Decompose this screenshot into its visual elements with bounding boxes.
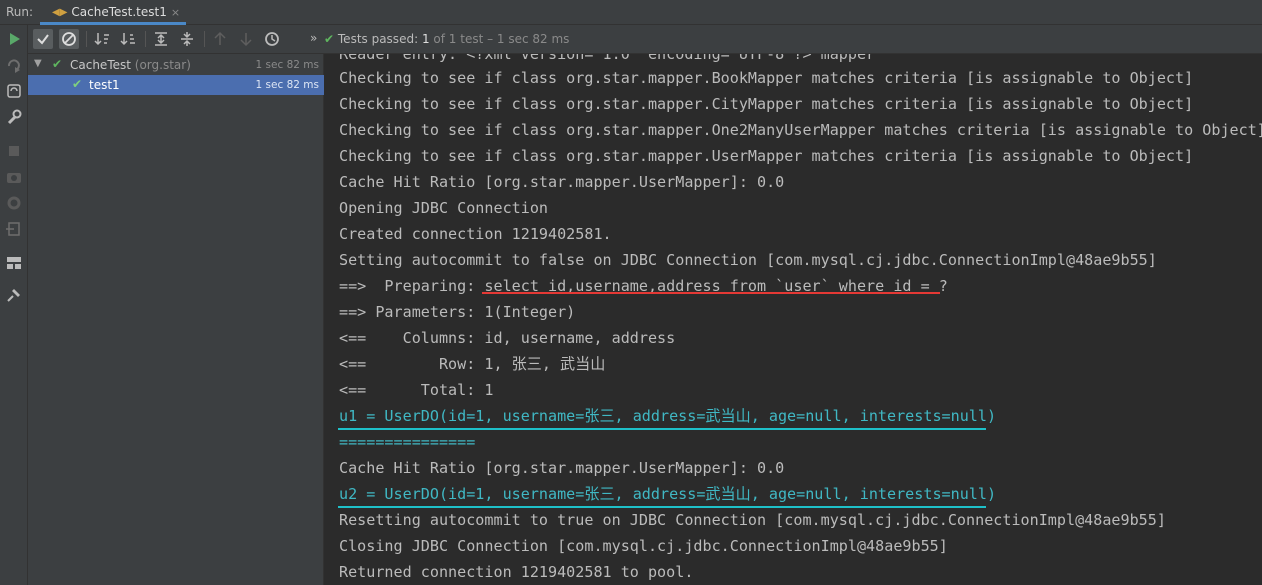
tab-title: CacheTest.test1 xyxy=(71,5,167,19)
console-line: Checking to see if class org.star.mapper… xyxy=(339,69,1194,87)
overflow-icon[interactable]: » xyxy=(310,31,317,45)
console-line: Reader entry: <?xml version="1.0" encodi… xyxy=(339,54,876,63)
console-line: Returned connection 1219402581 to pool. xyxy=(339,563,694,581)
tree-item-package: (org.star) xyxy=(134,58,191,72)
tree-item-time: 1 sec 82 ms xyxy=(255,79,319,91)
console-line: Created connection 1219402581. xyxy=(339,225,612,243)
console-line: Setting autocommit to false on JDBC Conn… xyxy=(339,251,1157,269)
left-toolbar xyxy=(0,25,28,585)
console-line: Cache Hit Ratio [org.star.mapper.UserMap… xyxy=(339,459,785,477)
tests-status: ✔ Tests passed: 1 of 1 test – 1 sec 82 m… xyxy=(324,32,569,46)
console-line: Resetting autocommit to true on JDBC Con… xyxy=(339,511,1166,529)
console-line: <== Row: 1, 张三, 武当山 xyxy=(339,355,606,373)
exit-icon[interactable] xyxy=(4,219,24,239)
show-ignored-icon[interactable] xyxy=(59,29,79,49)
wrench-icon[interactable] xyxy=(4,107,24,127)
pass-check-icon: ✔ xyxy=(324,32,335,46)
sql-highlight-underline xyxy=(482,292,940,294)
status-count: 1 xyxy=(421,32,430,46)
console-line-u1: u1 = UserDO(id=1, username=张三, address=武… xyxy=(339,407,997,425)
tree-item-label: test1 xyxy=(89,78,120,92)
test-toolbar: » ✔ Tests passed: 1 of 1 test – 1 sec 82… xyxy=(28,25,1262,54)
sort-by-duration-icon[interactable] xyxy=(118,29,138,49)
show-passed-icon[interactable] xyxy=(33,29,53,49)
u1-highlight-underline xyxy=(338,428,986,430)
console-line: Cache Hit Ratio [org.star.mapper.UserMap… xyxy=(339,173,785,191)
tree-item-cachetest[interactable]: ▼ ✔ CacheTest (org.star) 1 sec 82 ms xyxy=(28,55,324,75)
console-line: Checking to see if class org.star.mapper… xyxy=(339,121,1262,139)
pass-check-icon: ✔ xyxy=(72,77,83,91)
tree-item-test1[interactable]: ✔ test1 1 sec 82 ms xyxy=(28,75,324,95)
collapse-all-icon[interactable] xyxy=(177,29,197,49)
pass-check-icon: ✔ xyxy=(52,57,63,71)
run-config-icon: ◀▶ xyxy=(52,7,68,18)
chevron-down-icon[interactable]: ▼ xyxy=(34,58,42,69)
console-line: Closing JDBC Connection [com.mysql.cj.jd… xyxy=(339,537,948,555)
pin-icon[interactable] xyxy=(4,285,24,305)
tab-cachetest-test1[interactable]: ◀▶ CacheTest.test1 × xyxy=(40,0,186,25)
tree-item-time: 1 sec 82 ms xyxy=(255,59,319,71)
toggle-auto-test-icon[interactable] xyxy=(4,81,24,101)
rerun-icon[interactable] xyxy=(4,29,24,49)
sort-alphabetically-icon[interactable] xyxy=(92,29,112,49)
stop-icon[interactable] xyxy=(4,141,24,161)
previous-failed-icon[interactable] xyxy=(210,29,230,49)
console-line: ==> Parameters: 1(Integer) xyxy=(339,303,576,321)
next-failed-icon[interactable] xyxy=(236,29,256,49)
console-line: <== Columns: id, username, address xyxy=(339,329,676,347)
tree-item-label: CacheTest xyxy=(70,58,131,72)
test-tree: ▼ ✔ CacheTest (org.star) 1 sec 82 ms ✔ t… xyxy=(28,54,324,585)
rerun-failed-icon[interactable] xyxy=(4,55,24,75)
close-icon[interactable]: × xyxy=(171,6,180,19)
status-prefix: Tests passed: xyxy=(337,32,419,46)
settings-icon[interactable] xyxy=(4,193,24,213)
camera-icon[interactable] xyxy=(4,167,24,187)
console-line: <== Total: 1 xyxy=(339,381,494,399)
console-line-u2: u2 = UserDO(id=1, username=张三, address=武… xyxy=(339,485,997,503)
layout-icon[interactable] xyxy=(4,253,24,273)
run-tab-bar: Run: ◀▶ CacheTest.test1 × xyxy=(0,0,1262,25)
u2-highlight-underline xyxy=(338,506,986,508)
status-suffix: of 1 test – 1 sec 82 ms xyxy=(433,32,570,46)
console-line: Checking to see if class org.star.mapper… xyxy=(339,147,1194,165)
expand-all-icon[interactable] xyxy=(151,29,171,49)
console-line: Checking to see if class org.star.mapper… xyxy=(339,95,1194,113)
test-history-icon[interactable] xyxy=(262,29,282,49)
console-line-separator: =============== xyxy=(339,433,476,451)
console-line: Opening JDBC Connection xyxy=(339,199,549,217)
run-label: Run: xyxy=(6,5,34,19)
